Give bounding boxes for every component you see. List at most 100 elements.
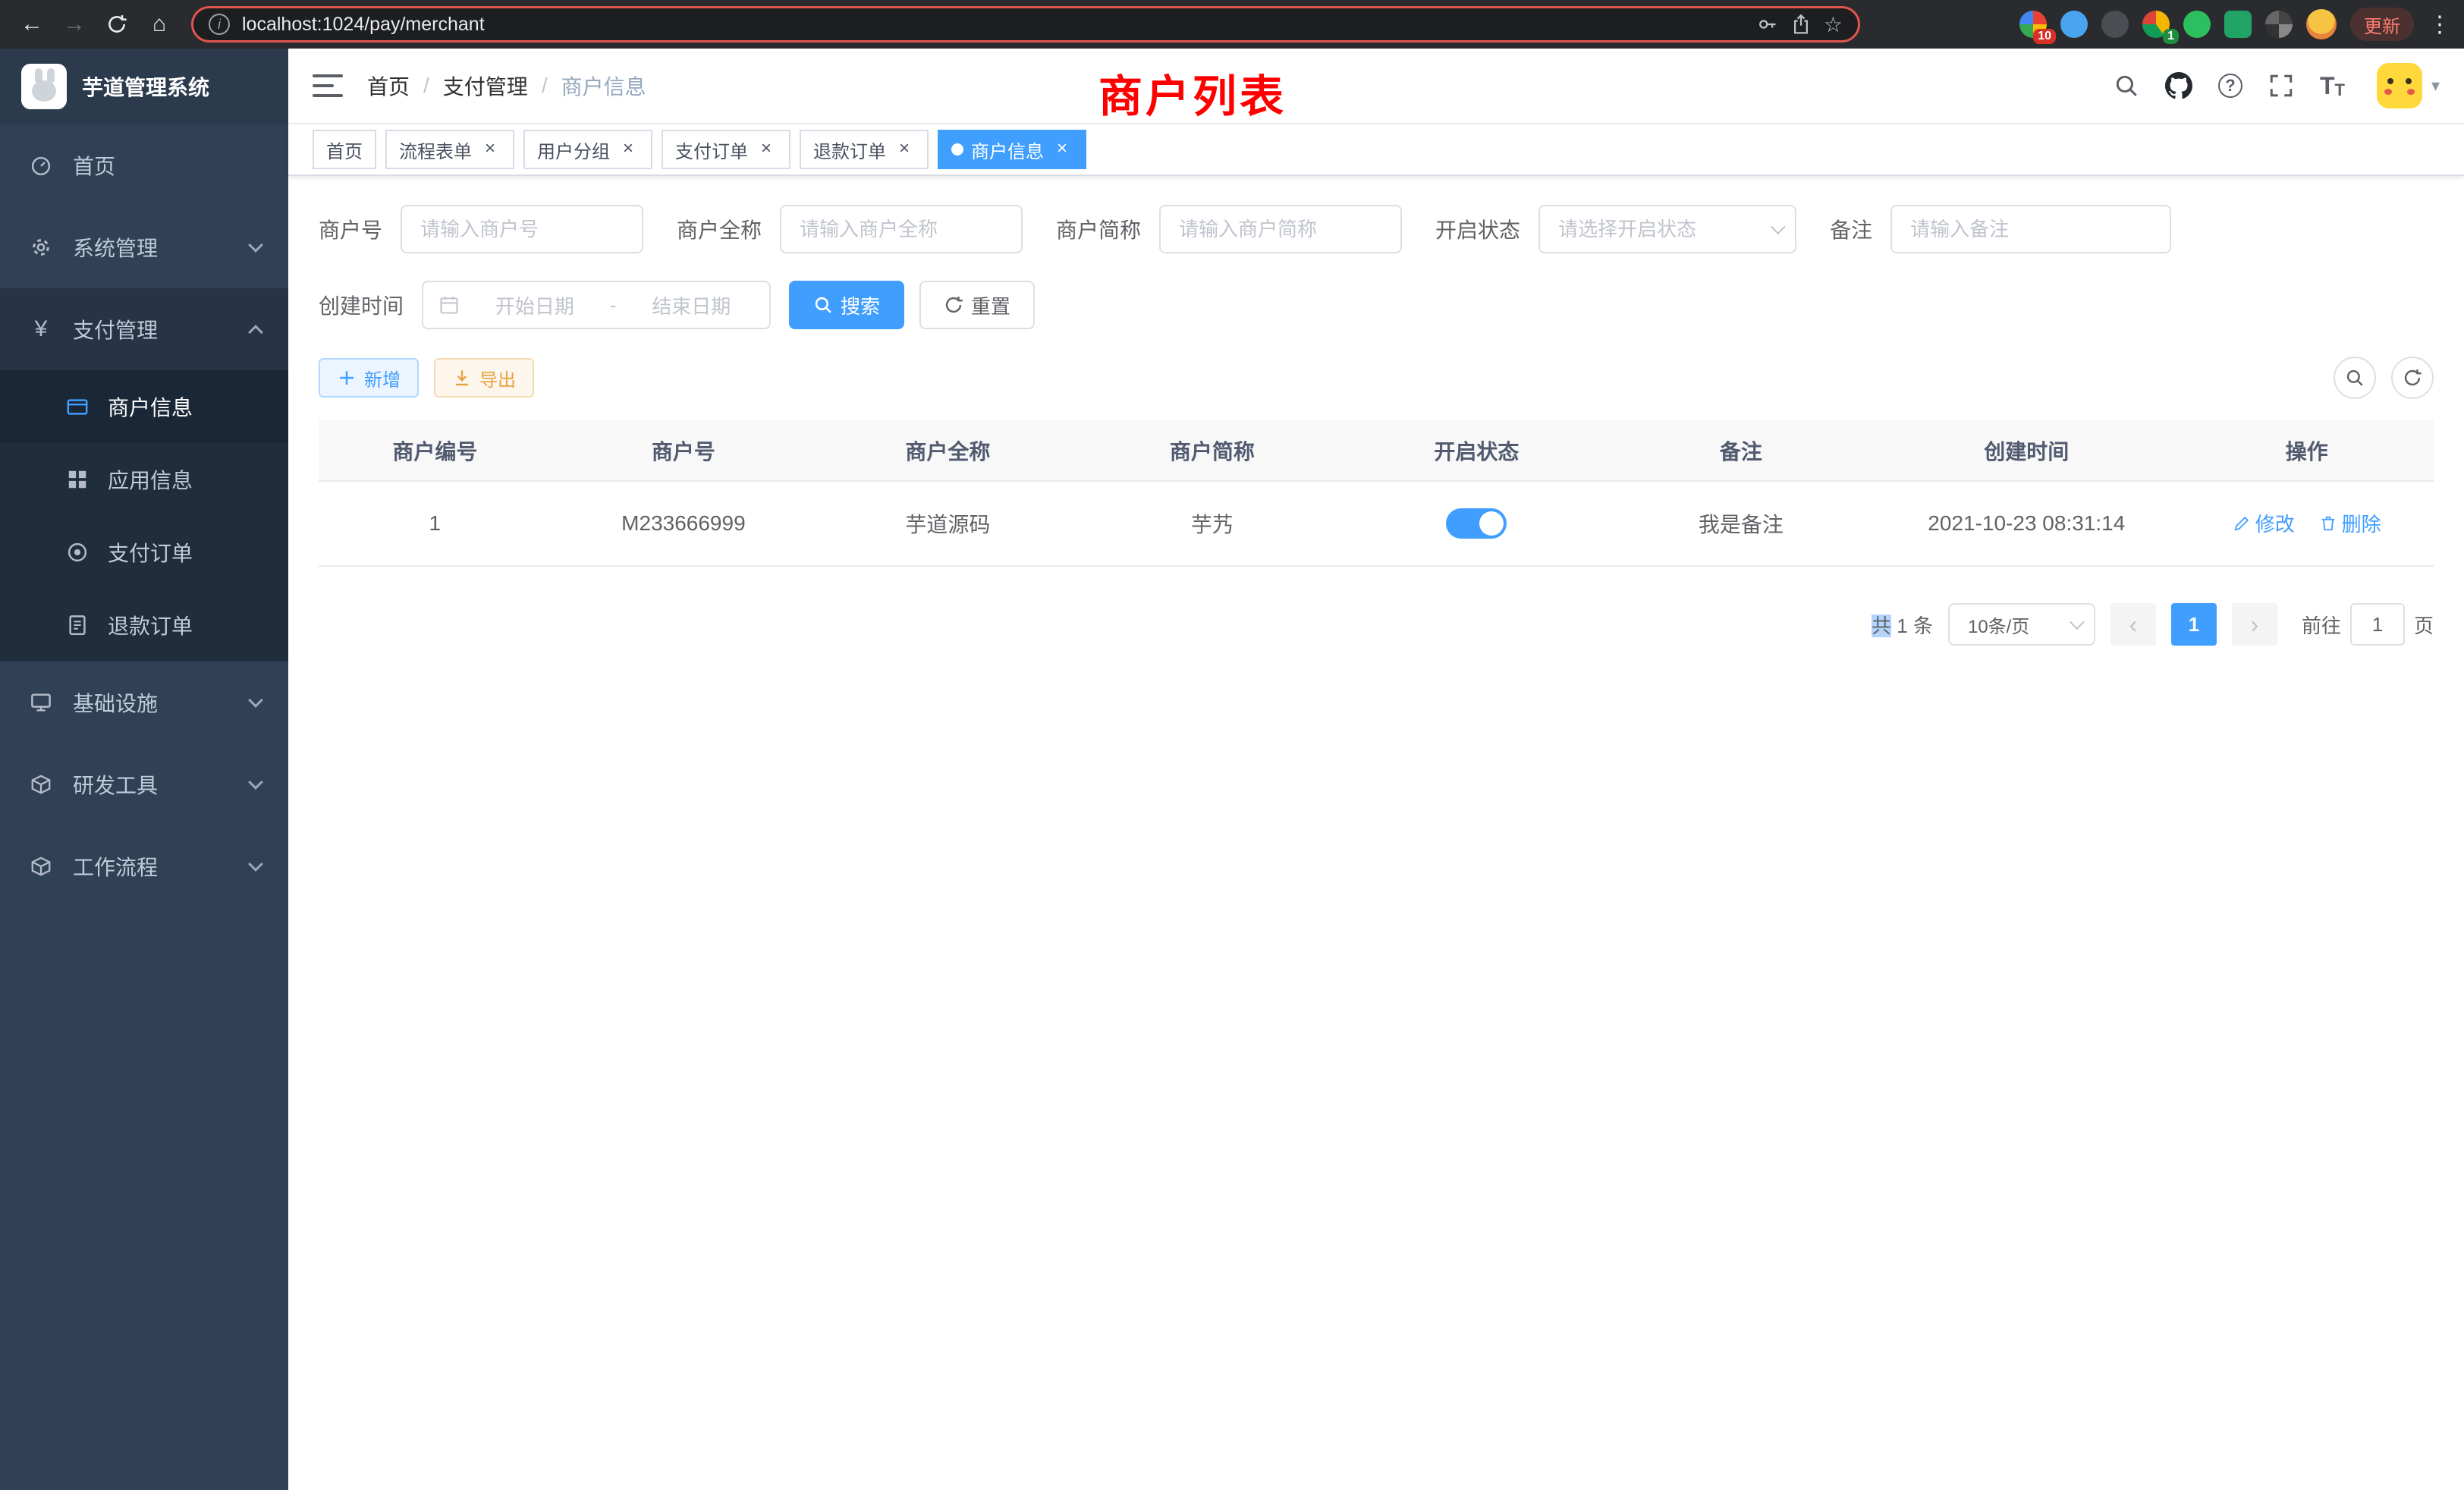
search-button[interactable]: 搜索: [789, 281, 904, 329]
page-size-value[interactable]: [1948, 603, 2095, 646]
merchant-no-input[interactable]: [401, 205, 643, 253]
table-header-row: 商户编号 商户号 商户全称 商户简称 开启状态 备注 创建时间 操作: [319, 420, 2434, 481]
status-select[interactable]: [1538, 205, 1796, 253]
sidebar-item-pay-order[interactable]: 支付订单: [0, 516, 288, 589]
sidebar-item-workflow[interactable]: 工作流程: [0, 825, 288, 907]
share-icon[interactable]: [1790, 14, 1812, 35]
card-icon: [64, 395, 91, 418]
sidebar-item-label: 支付管理: [73, 314, 232, 344]
full-name-input[interactable]: [780, 205, 1023, 253]
bookmark-star-icon[interactable]: ☆: [1824, 12, 1843, 37]
browser-forward-icon[interactable]: →: [55, 5, 94, 44]
tab-home[interactable]: 首页: [313, 130, 376, 169]
user-menu[interactable]: ▾: [2377, 63, 2440, 108]
help-icon[interactable]: ?: [2218, 74, 2242, 98]
pagination-goto: 前往 页: [2302, 603, 2434, 646]
close-icon[interactable]: ×: [756, 139, 777, 160]
tab-pay-order[interactable]: 支付订单 ×: [662, 130, 790, 169]
site-info-icon[interactable]: i: [209, 14, 230, 35]
short-name-input[interactable]: [1159, 205, 1402, 253]
page-content: 商户号 商户全称 商户简称 开启状态: [288, 176, 2464, 1490]
search-icon[interactable]: [2114, 73, 2139, 99]
browser-back-icon[interactable]: ←: [12, 5, 52, 44]
download-icon: [452, 368, 472, 388]
toolbar-right-actions: [2334, 357, 2434, 399]
reset-button[interactable]: 重置: [919, 281, 1035, 329]
extension-green-square-icon[interactable]: [2224, 11, 2252, 38]
breadcrumb: 首页 / 支付管理 / 商户信息: [367, 71, 646, 101]
next-page-button[interactable]: ›: [2232, 603, 2277, 646]
breadcrumb-current: 商户信息: [561, 71, 646, 101]
sidebar-item-payment[interactable]: ¥ 支付管理: [0, 288, 288, 370]
close-icon[interactable]: ×: [618, 139, 639, 160]
refresh-icon: [2403, 368, 2422, 388]
app-logo[interactable]: 芋道管理系统: [0, 49, 288, 124]
tab-process-form[interactable]: 流程表单 ×: [385, 130, 514, 169]
payment-submenu: 商户信息 应用信息 支付订单: [0, 370, 288, 662]
sidebar-item-merchant-info[interactable]: 商户信息: [0, 370, 288, 443]
github-icon[interactable]: [2165, 72, 2192, 99]
browser-menu-icon[interactable]: ⋮: [2428, 11, 2452, 38]
extension-pinwheel-dark-icon[interactable]: [2265, 11, 2293, 38]
dashboard-icon: [27, 154, 55, 177]
font-size-icon[interactable]: TT: [2320, 72, 2345, 100]
password-key-icon[interactable]: [1757, 14, 1778, 35]
remark-input[interactable]: [1890, 205, 2171, 253]
goto-page-input[interactable]: [2350, 603, 2405, 646]
refresh-table-button[interactable]: [2391, 357, 2434, 399]
cell-merchant-no: M233666999: [552, 481, 816, 566]
export-button[interactable]: 导出: [434, 358, 534, 398]
sidebar-item-refund-order[interactable]: 退款订单: [0, 589, 288, 662]
browser-profile-avatar[interactable]: [2306, 9, 2337, 39]
pencil-icon: [2233, 514, 2251, 533]
toggle-search-button[interactable]: [2334, 357, 2376, 399]
logo-image: [21, 64, 67, 109]
close-icon[interactable]: ×: [1051, 139, 1073, 160]
tabs-bar: 首页 流程表单 × 用户分组 × 支付订单 × 退款订单 ×: [288, 124, 2464, 176]
sidebar-item-dev-tools[interactable]: 研发工具: [0, 743, 288, 825]
breadcrumb-home[interactable]: 首页: [367, 71, 410, 101]
yen-icon: ¥: [27, 316, 55, 342]
browser-reload-icon[interactable]: [97, 5, 137, 44]
sidebar-item-label: 退款订单: [108, 610, 261, 640]
extension-drop-icon[interactable]: [2060, 11, 2088, 38]
tab-label: 流程表单: [399, 137, 472, 163]
table-toolbar: 新增 导出: [319, 357, 2434, 399]
cell-status: [1344, 481, 1609, 566]
tab-user-group[interactable]: 用户分组 ×: [523, 130, 652, 169]
tab-merchant-info[interactable]: 商户信息 ×: [938, 130, 1086, 169]
fullscreen-icon[interactable]: [2268, 73, 2294, 99]
address-bar[interactable]: i localhost:1024/pay/merchant ☆: [191, 6, 1860, 42]
sidebar-item-label: 系统管理: [73, 232, 232, 262]
delete-link[interactable]: 删除: [2319, 509, 2381, 537]
add-button[interactable]: 新增: [319, 358, 419, 398]
status-toggle[interactable]: [1446, 508, 1507, 539]
edit-link[interactable]: 修改: [2233, 509, 2295, 537]
hamburger-icon[interactable]: [313, 74, 343, 97]
pagination-total: 共 1 条: [1872, 611, 1933, 639]
col-short-name: 商户简称: [1080, 420, 1345, 481]
sidebar-item-system[interactable]: 系统管理: [0, 206, 288, 288]
sidebar-item-app-info[interactable]: 应用信息: [0, 443, 288, 516]
sidebar-item-label: 首页: [73, 150, 261, 181]
end-date-placeholder: 结束日期: [628, 291, 754, 319]
create-time-range-picker[interactable]: 开始日期 - 结束日期: [422, 281, 771, 329]
prev-page-button[interactable]: ‹: [2110, 603, 2156, 646]
current-page-button[interactable]: 1: [2171, 603, 2217, 646]
extension-dark-icon[interactable]: [2101, 11, 2129, 38]
page-size-select[interactable]: [1948, 603, 2095, 646]
extension-color-icon[interactable]: 1: [2142, 11, 2170, 38]
grid-icon: [64, 468, 91, 491]
search-icon: [813, 295, 833, 315]
browser-home-icon[interactable]: ⌂: [140, 5, 179, 44]
extension-pinwheel-icon[interactable]: 10: [2019, 11, 2047, 38]
extension-green-circle-icon[interactable]: [2183, 11, 2211, 38]
browser-update-button[interactable]: 更新: [2350, 8, 2414, 41]
sidebar-item-infrastructure[interactable]: 基础设施: [0, 662, 288, 743]
close-icon[interactable]: ×: [894, 139, 915, 160]
breadcrumb-payment[interactable]: 支付管理: [443, 71, 528, 101]
tab-refund-order[interactable]: 退款订单 ×: [800, 130, 929, 169]
sidebar-item-home[interactable]: 首页: [0, 124, 288, 206]
close-icon[interactable]: ×: [479, 139, 501, 160]
calendar-icon: [438, 294, 460, 316]
